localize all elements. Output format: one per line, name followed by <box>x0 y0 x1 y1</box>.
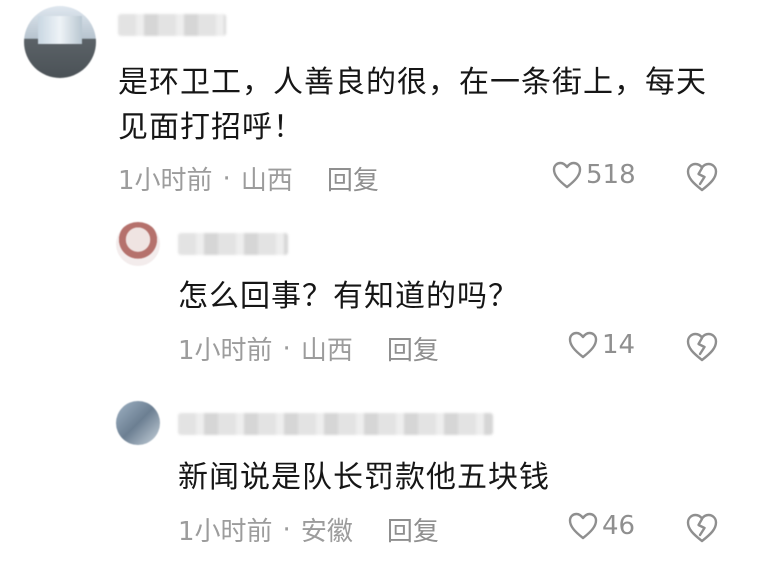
dislike-button[interactable] <box>686 513 718 543</box>
location: 安徽 <box>300 517 353 547</box>
broken-heart-icon <box>686 513 718 543</box>
avatar[interactable] <box>116 222 160 266</box>
like-button[interactable]: 518 <box>552 160 636 190</box>
comment-text: 新闻说是队长罚款他五块钱 <box>178 460 550 495</box>
like-button[interactable]: 14 <box>568 330 635 360</box>
comment-meta: 1小时前 · 山西 回复 <box>178 330 439 367</box>
like-button[interactable]: 46 <box>568 511 635 541</box>
username[interactable]: ▆▆▆▆▆▆ <box>178 233 288 255</box>
username[interactable]: ▆▆▆▆▆ <box>118 14 226 36</box>
avatar[interactable] <box>116 401 160 445</box>
like-count: 518 <box>586 160 636 190</box>
heart-outline-icon <box>552 161 582 189</box>
like-count: 46 <box>602 511 636 541</box>
separator: · <box>282 333 291 364</box>
comment-meta: 1小时前 · 山西 回复 <box>118 160 379 197</box>
like-count: 14 <box>602 330 636 360</box>
timestamp: 1小时前 <box>178 336 273 366</box>
dislike-button[interactable] <box>686 332 718 362</box>
reply-button[interactable]: 回复 <box>327 160 379 197</box>
timestamp: 1小时前 <box>118 166 213 196</box>
broken-heart-icon <box>686 332 718 362</box>
location: 山西 <box>300 336 353 366</box>
comment-meta: 1小时前 · 安徽 回复 <box>178 511 439 548</box>
avatar[interactable] <box>24 6 96 78</box>
separator: · <box>282 514 291 545</box>
username[interactable]: ▆▆▆▆▆▆▆▆▆▆▆▆▆▆▆ <box>178 413 493 435</box>
comment-text: 是环卫工，人善良的很，在一条街上，每天见面打招呼！ <box>118 65 707 145</box>
broken-heart-icon <box>686 162 718 192</box>
comment-text: 怎么回事？有知道的吗？ <box>178 279 519 314</box>
separator: · <box>222 163 231 194</box>
reply-button[interactable]: 回复 <box>387 511 439 548</box>
location: 山西 <box>240 166 293 196</box>
reply-button[interactable]: 回复 <box>387 330 439 367</box>
heart-outline-icon <box>568 512 598 540</box>
timestamp: 1小时前 <box>178 517 273 547</box>
dislike-button[interactable] <box>686 162 718 192</box>
heart-outline-icon <box>568 331 598 359</box>
